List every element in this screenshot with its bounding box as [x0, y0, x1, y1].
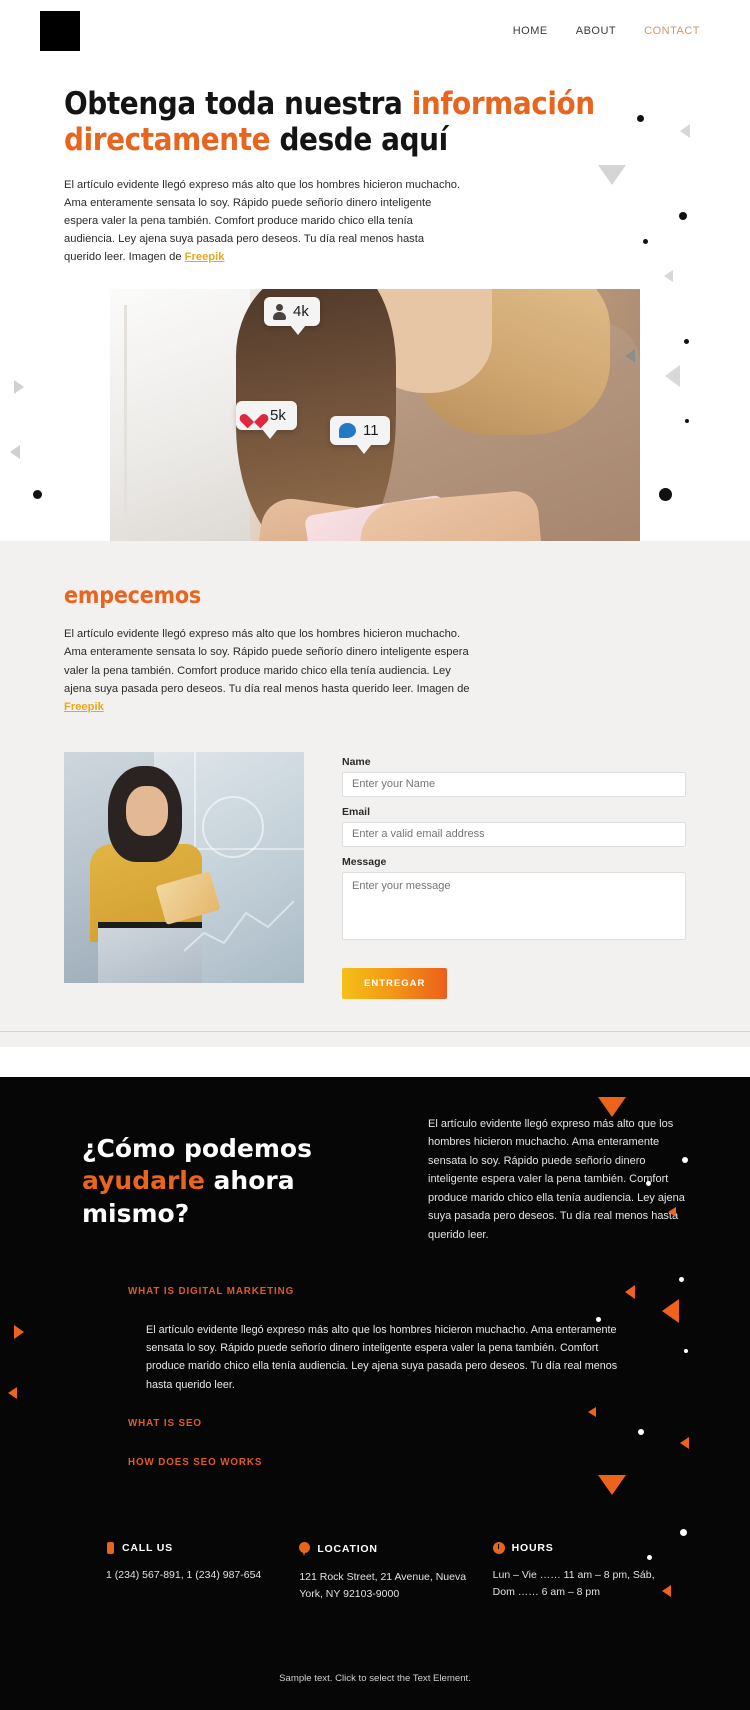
heart-icon: [245, 408, 263, 424]
accordion-body-digital-marketing: El artículo evidente llegó expreso más a…: [146, 1324, 618, 1391]
freepik-link[interactable]: Freepik: [185, 251, 225, 263]
contact-form: Name Email Message ENTREGAR: [342, 752, 686, 999]
help-heading: ¿Cómo podemos ayudarle ahora mismo?: [82, 1115, 382, 1244]
photo-background: [110, 289, 250, 542]
badge-followers: 4k: [264, 297, 320, 336]
message-input[interactable]: [342, 871, 686, 940]
accordion-item-what-is-seo[interactable]: WHAT IS SEO: [128, 1418, 658, 1429]
location-body: 121 Rock Street, 21 Avenue, Nueva York, …: [299, 1570, 467, 1600]
accordion-item-digital-marketing[interactable]: WHAT IS DIGITAL MARKETING: [128, 1286, 658, 1297]
email-label: Email: [342, 805, 371, 818]
deco-triangle-left: [665, 365, 680, 387]
accordion-spacer: [128, 1435, 658, 1457]
nav-item-contact[interactable]: CONTACT: [644, 25, 700, 37]
message-label: Message: [342, 855, 387, 868]
logo[interactable]: [40, 11, 80, 51]
contact-head: LOCATION: [299, 1541, 492, 1556]
section-divider: [0, 1030, 750, 1047]
help-intro: ¿Cómo podemos ayudarle ahora mismo? El ar…: [64, 1115, 686, 1244]
hero-title-part1: Obtenga toda nuestra: [64, 86, 412, 122]
field-email: Email: [342, 806, 686, 847]
hero-title-part2: desde aquí: [270, 122, 448, 159]
help-heading-accent: ayudarle: [82, 1166, 205, 1196]
footer-sample-text[interactable]: Sample text. Click to select the Text El…: [0, 1603, 750, 1710]
help-heading-part1: ¿Cómo podemos: [82, 1133, 312, 1163]
submit-button[interactable]: ENTREGAR: [342, 967, 448, 999]
comment-icon: [339, 423, 356, 439]
contact-head: HOURS: [492, 1541, 686, 1554]
badge-comments: 11: [330, 416, 390, 455]
deco-triangle-left: [10, 445, 20, 459]
photo-chart-overlay: [184, 900, 294, 952]
site-header: HOME ABOUT CONTACT: [0, 0, 750, 62]
field-message: Message: [342, 856, 686, 947]
call-us-body: 1 (234) 567-891, 1 (234) 987-654: [106, 1568, 262, 1581]
nav-item-about[interactable]: ABOUT: [576, 25, 616, 37]
user-icon: [273, 304, 286, 321]
badge-followers-value: 4k: [293, 303, 309, 321]
deco-dot: [685, 419, 689, 423]
page-title: Obtenga toda nuestra información directa…: [64, 86, 686, 159]
field-name: Name: [342, 756, 686, 797]
photo-face: [126, 785, 168, 836]
contact-block-hours: HOURS Lun – Vie …… 11 am – 8 pm, Sáb, Do…: [492, 1541, 686, 1603]
hours-title: HOURS: [511, 1541, 554, 1554]
help-paragraph: El artículo evidente llegó expreso más a…: [428, 1117, 685, 1241]
deco-dot: [33, 490, 42, 499]
badge-likes-value: 5k: [270, 407, 286, 425]
clock-icon: [492, 1541, 505, 1554]
contact-row: Name Email Message ENTREGAR: [64, 751, 686, 1031]
location-pin-icon: [299, 1541, 311, 1556]
white-spacer: [0, 1046, 750, 1077]
deco-triangle-down: [598, 1096, 626, 1117]
hours-body: Lun – Vie …… 11 am – 8 pm, Sáb, Dom …… 6…: [492, 1568, 655, 1598]
hero-paragraph-text: El artículo evidente llegó expreso más a…: [64, 178, 461, 264]
location-title: LOCATION: [317, 1542, 378, 1555]
badge-comments-value: 11: [363, 422, 379, 440]
hero-paragraph: El artículo evidente llegó expreso más a…: [64, 176, 464, 267]
deco-dot: [684, 339, 689, 344]
section-paragraph: El artículo evidente llegó expreso más a…: [64, 625, 472, 716]
phone-icon: [106, 1541, 115, 1554]
empecemos-section: empecemos El artículo evidente llegó exp…: [0, 541, 750, 1047]
section-heading: empecemos: [64, 583, 202, 610]
nav-item-home[interactable]: HOME: [513, 25, 548, 37]
main-nav: HOME ABOUT CONTACT: [513, 25, 700, 37]
deco-triangle-right: [14, 380, 24, 394]
contact-head: CALL US: [106, 1541, 299, 1554]
contact-image: [64, 751, 304, 983]
accordion: WHAT IS DIGITAL MARKETING El artículo ev…: [128, 1286, 658, 1468]
name-input[interactable]: [342, 771, 686, 797]
accordion-item-how-does-seo-works[interactable]: HOW DOES SEO WORKS: [128, 1457, 658, 1468]
hero-section: Obtenga toda nuestra información directa…: [0, 62, 750, 542]
freepik-link[interactable]: Freepik: [64, 701, 104, 713]
deco-triangle-right: [14, 1324, 24, 1339]
name-label: Name: [342, 755, 371, 768]
section-paragraph-text: El artículo evidente llegó expreso más a…: [64, 628, 470, 695]
photo-hud-ring: [202, 795, 264, 858]
deco-dot: [659, 488, 672, 501]
email-input[interactable]: [342, 821, 686, 847]
hero-image: 4k 5k 11: [110, 289, 640, 542]
help-section: ¿Cómo podemos ayudarle ahora mismo? El ar…: [0, 1076, 750, 1710]
footer-contact-info: CALL US 1 (234) 567-891, 1 (234) 987-654…: [106, 1541, 686, 1603]
call-us-title: CALL US: [122, 1541, 173, 1554]
contact-block-location: LOCATION 121 Rock Street, 21 Avenue, Nue…: [299, 1541, 492, 1603]
badge-likes: 5k: [236, 401, 297, 440]
contact-block-call-us: CALL US 1 (234) 567-891, 1 (234) 987-654: [106, 1541, 299, 1603]
deco-triangle-left: [664, 270, 673, 282]
deco-triangle-left: [8, 1386, 17, 1399]
